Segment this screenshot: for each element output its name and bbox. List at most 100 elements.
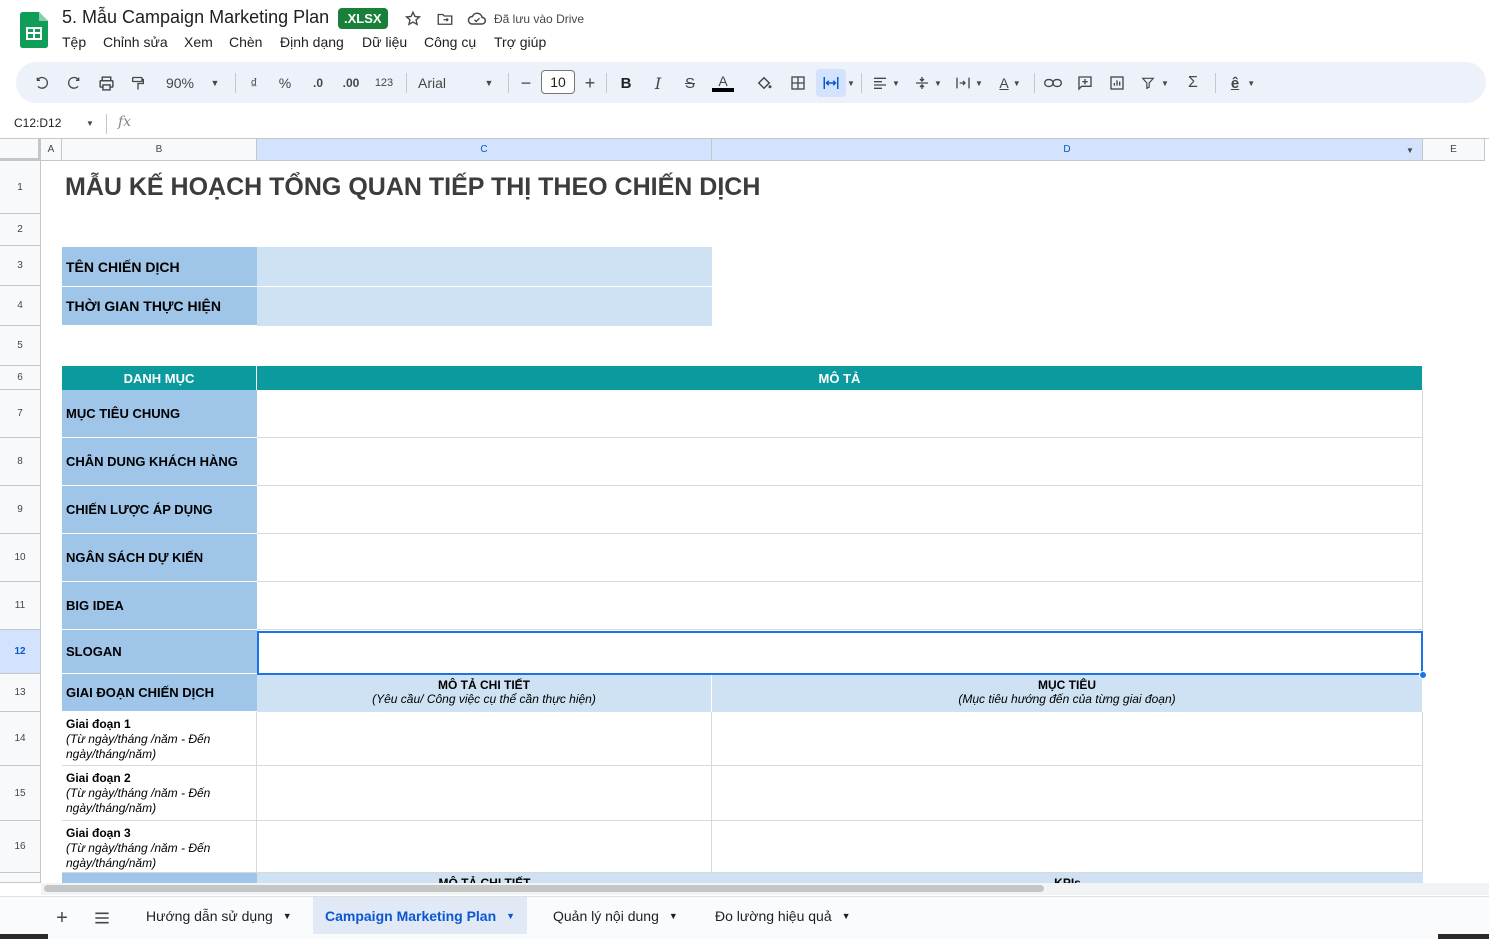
document-title[interactable]: 5. Mẫu Campaign Marketing Plan <box>62 7 329 28</box>
number-format-button[interactable]: 123 <box>372 71 396 95</box>
description-cell[interactable] <box>257 486 1423 534</box>
campaign-name-label[interactable]: TÊN CHIẾN DỊCH <box>62 247 257 287</box>
campaign-name-value[interactable] <box>257 247 712 287</box>
row-header-3[interactable]: 3 <box>0 246 41 286</box>
functions-icon[interactable]: Σ <box>1184 71 1202 95</box>
select-all-corner[interactable] <box>0 139 41 161</box>
chart-icon[interactable] <box>1107 71 1127 95</box>
partial-label-cell[interactable] <box>62 873 257 883</box>
row-header-17[interactable] <box>0 873 41 883</box>
row-header-1[interactable]: 1 <box>0 161 41 214</box>
redo-icon[interactable] <box>64 71 84 95</box>
menu-tools[interactable]: Công cụ <box>424 34 476 50</box>
category-strategy[interactable]: CHIẾN LƯỢC ÁP DỤNG <box>62 486 257 534</box>
fill-color-icon[interactable] <box>753 71 775 95</box>
print-icon[interactable] <box>96 71 116 95</box>
undo-icon[interactable] <box>32 71 52 95</box>
category-customer-persona[interactable]: CHÂN DUNG KHÁCH HÀNG <box>62 438 257 486</box>
category-slogan[interactable]: SLOGAN <box>62 630 257 674</box>
decrease-decimal-button[interactable]: .0 <box>306 71 330 95</box>
cloud-saved-icon[interactable] <box>467 9 487 29</box>
phase-1-detail[interactable] <box>257 712 712 766</box>
tab-performance-measurement[interactable]: Đo lường hiệu quả ▼ <box>703 897 863 935</box>
phase-2-detail[interactable] <box>257 766 712 821</box>
row-header-13[interactable]: 13 <box>0 674 41 712</box>
link-icon[interactable] <box>1042 71 1064 95</box>
italic-icon[interactable]: I <box>649 71 667 95</box>
zoom-dropdown-icon[interactable]: ▼ <box>208 71 222 95</box>
chevron-down-icon[interactable]: ▼ <box>669 911 678 921</box>
font-size-decrease-icon[interactable]: − <box>518 71 534 95</box>
row-header-5[interactable]: 5 <box>0 326 41 366</box>
partial-kpi-header[interactable]: KPIs <box>712 873 1423 883</box>
currency-button[interactable]: ₫ <box>246 71 262 95</box>
align-icon[interactable]: ▼ <box>871 71 901 95</box>
menu-file[interactable]: Tệp <box>62 34 86 50</box>
row-header-4[interactable]: 4 <box>0 286 41 326</box>
category-budget[interactable]: NGÂN SÁCH DỰ KIẾN <box>62 534 257 582</box>
font-size-increase-icon[interactable]: + <box>582 71 598 95</box>
phase-goal-header[interactable]: MỤC TIÊU (Mục tiêu hướng đến của từng gi… <box>712 674 1423 712</box>
category-header[interactable]: DANH MỤC <box>62 366 257 390</box>
phase-1-goal[interactable] <box>712 712 1423 766</box>
name-box-dropdown-icon[interactable]: ▼ <box>84 116 96 130</box>
chevron-down-icon[interactable]: ▼ <box>842 911 851 921</box>
paint-format-icon[interactable] <box>128 71 148 95</box>
description-cell[interactable] <box>257 438 1423 486</box>
row-header-11[interactable]: 11 <box>0 582 41 630</box>
menu-format[interactable]: Định dạng <box>280 34 344 50</box>
category-big-idea[interactable]: BIG IDEA <box>62 582 257 630</box>
horizontal-scrollbar-thumb[interactable] <box>44 885 1044 892</box>
category-general-goal[interactable]: MỤC TIÊU CHUNG <box>62 390 257 438</box>
row-header-12[interactable]: 12 <box>0 630 41 674</box>
increase-decimal-button[interactable]: .00 <box>338 71 364 95</box>
phase-3-detail[interactable] <box>257 821 712 873</box>
phase-3-cell[interactable]: Giai đoạn 3 (Từ ngày/tháng /năm - Đến ng… <box>62 821 257 873</box>
menu-insert[interactable]: Chèn <box>229 34 262 50</box>
phase-2-goal[interactable] <box>712 766 1423 821</box>
row-header-2[interactable]: 2 <box>0 214 41 246</box>
move-folder-icon[interactable] <box>435 9 455 29</box>
tab-content-management[interactable]: Quản lý nội dung ▼ <box>541 897 690 935</box>
column-header-d[interactable]: D <box>712 139 1423 161</box>
merge-dropdown-icon[interactable]: ▼ <box>846 71 856 95</box>
chevron-down-icon[interactable]: ▼ <box>506 911 515 921</box>
phase-detail-header[interactable]: MÔ TẢ CHI TIẾT (Yêu cầu/ Công việc cụ th… <box>257 674 712 712</box>
column-header-a[interactable]: A <box>41 139 62 161</box>
menu-help[interactable]: Trợ giúp <box>494 34 546 50</box>
menu-data[interactable]: Dữ liệu <box>362 34 407 50</box>
row-header-15[interactable]: 15 <box>0 766 41 821</box>
phase-2-cell[interactable]: Giai đoạn 2 (Từ ngày/tháng /năm - Đến ng… <box>62 766 257 821</box>
comment-icon[interactable] <box>1075 71 1095 95</box>
name-box[interactable]: C12:D12 <box>14 116 61 130</box>
font-dropdown-icon[interactable]: ▼ <box>482 71 496 95</box>
zoom-select[interactable]: 90% <box>160 71 200 95</box>
row-header-9[interactable]: 9 <box>0 486 41 534</box>
row-header-6[interactable]: 6 <box>0 366 41 390</box>
description-cell[interactable] <box>257 582 1423 630</box>
column-header-c[interactable]: C <box>257 139 712 161</box>
campaign-time-label[interactable]: THỜI GIAN THỰC HIỆN <box>62 287 257 326</box>
valign-icon[interactable]: ▼ <box>913 71 943 95</box>
row-header-14[interactable]: 14 <box>0 712 41 766</box>
row-header-8[interactable]: 8 <box>0 438 41 486</box>
font-select[interactable]: Arial <box>418 71 458 95</box>
tab-campaign-marketing-plan[interactable]: Campaign Marketing Plan ▼ <box>313 897 528 935</box>
chevron-down-icon[interactable]: ▼ <box>283 911 292 921</box>
selection-fill-handle[interactable] <box>1419 671 1427 679</box>
all-sheets-icon[interactable] <box>92 906 112 930</box>
row-header-16[interactable]: 16 <box>0 821 41 873</box>
tab-user-guide[interactable]: Hướng dẫn sử dụng ▼ <box>134 897 304 935</box>
column-header-b[interactable]: B <box>62 139 257 161</box>
phase-label[interactable]: GIAI ĐOẠN CHIẾN DỊCH <box>62 674 257 712</box>
star-icon[interactable] <box>403 9 423 29</box>
phase-3-goal[interactable] <box>712 821 1423 873</box>
menu-view[interactable]: Xem <box>184 34 213 50</box>
borders-icon[interactable] <box>788 71 808 95</box>
bold-icon[interactable]: B <box>617 71 635 95</box>
row-header-7[interactable]: 7 <box>0 390 41 438</box>
row-header-10[interactable]: 10 <box>0 534 41 582</box>
campaign-time-value[interactable] <box>257 287 712 326</box>
add-sheet-icon[interactable]: + <box>52 906 72 930</box>
menu-edit[interactable]: Chỉnh sửa <box>103 34 168 50</box>
